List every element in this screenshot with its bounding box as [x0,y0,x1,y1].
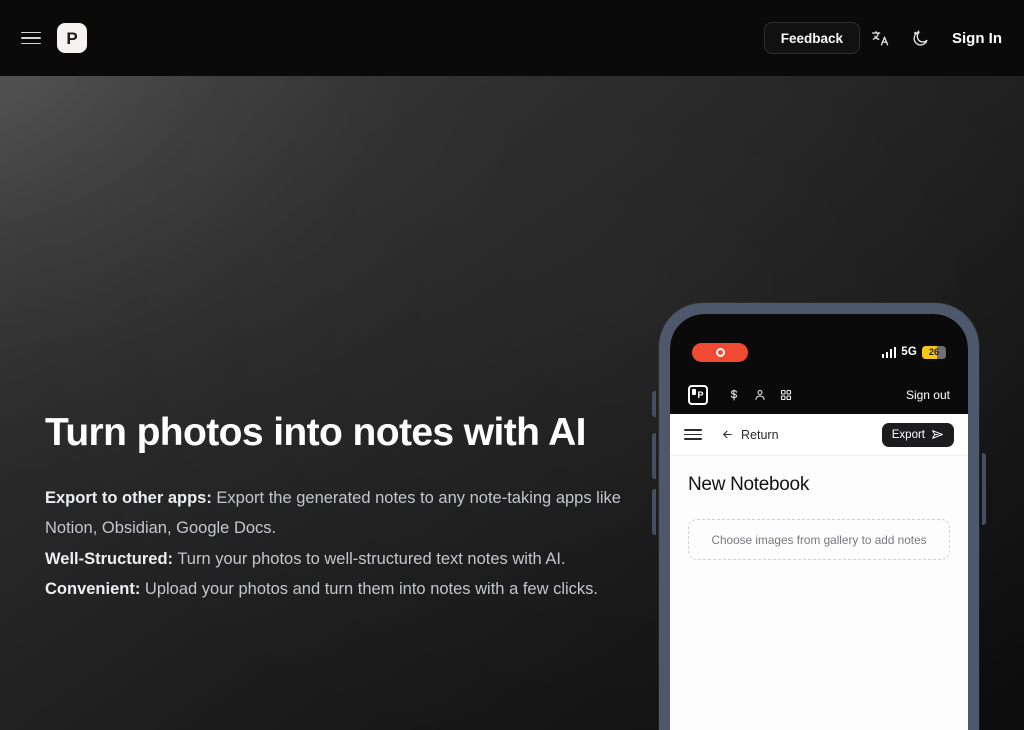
feature-text: Turn your photos to well-structured text… [173,549,566,568]
feature-label: Convenient: [45,580,141,599]
export-label: Export [891,428,925,441]
phone-app-bar: P Sign out [670,376,968,414]
phone-sub-bar: Return Export [670,414,968,456]
battery-level-label: 26 [928,347,939,357]
translate-icon[interactable] [860,20,900,56]
top-nav-actions: Feedback Sign In [763,20,1008,56]
feature-item: Export to other apps: Export the generat… [45,483,625,544]
hero-feature-list: Export to other apps: Export the generat… [45,483,625,605]
phone-power-button[interactable] [982,453,986,525]
hero-section: Turn photos into notes with AI Export to… [0,76,1024,730]
notebook-title: New Notebook [688,474,810,495]
phone-silent-switch[interactable] [652,391,656,417]
return-button[interactable]: Return [721,428,779,442]
feature-text: Upload your photos and turn them into no… [140,580,599,599]
person-icon[interactable] [754,388,766,402]
battery-icon: 26 [922,345,946,359]
phone-mockup: 5G 26 P Sign out Return Export New Noteb… [651,303,987,730]
feedback-button[interactable]: Feedback [763,22,860,54]
landing-page: P Feedback Sign In Turn photos into note… [0,0,1024,730]
arrow-left-icon [723,430,732,439]
send-paper-plane-icon [932,430,943,439]
feature-item: Convenient: Upload your photos and turn … [45,574,625,605]
export-button[interactable]: Export [881,422,954,447]
phone-app-bar-icons [728,388,792,402]
phone-sign-out-button[interactable]: Sign out [906,388,950,402]
feature-label: Export to other apps: [45,488,212,507]
dollar-icon[interactable] [728,388,740,402]
page-title: Turn photos into notes with AI [45,411,587,454]
hamburger-menu-icon[interactable] [18,25,44,51]
network-type-label: 5G [901,346,917,358]
app-logo[interactable]: P [57,23,87,53]
status-indicators: 5G 26 [881,345,946,359]
phone-volume-up-button[interactable] [652,433,656,479]
record-dot-icon [692,342,748,362]
phone-menu-icon[interactable] [684,428,702,441]
top-navigation-bar: P Feedback Sign In [0,0,1024,76]
moon-dark-mode-icon[interactable] [900,20,940,56]
phone-app-logo-letter: P [697,390,704,400]
phone-volume-down-button[interactable] [652,489,656,535]
cellular-signal-icon [881,346,897,358]
feature-item: Well-Structured: Turn your photos to wel… [45,544,625,575]
phone-app-logo[interactable]: P [688,385,708,405]
phone-frame: 5G 26 P Sign out Return Export New Noteb… [659,303,979,730]
phone-screen: 5G 26 P Sign out Return Export New Noteb… [670,314,968,730]
sign-in-button[interactable]: Sign In [946,26,1008,51]
phone-status-bar: 5G 26 [670,314,968,376]
phone-content: New Notebook Choose images from gallery … [670,456,968,730]
app-logo-letter: P [66,28,78,48]
hero-copy: Turn photos into notes with AI Export to… [45,411,625,605]
image-dropzone[interactable]: Choose images from gallery to add notes [688,519,950,560]
grid-apps-icon[interactable] [780,389,792,401]
feature-label: Well-Structured: [45,549,174,568]
return-label: Return [741,427,779,442]
